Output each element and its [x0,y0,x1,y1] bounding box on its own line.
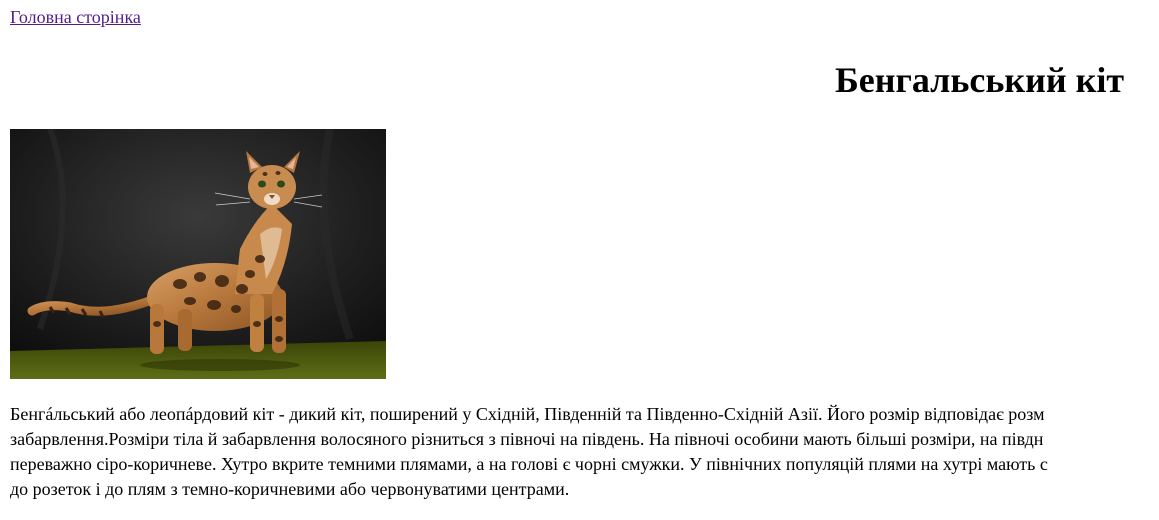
article-line: Бенгáльський або леопáрдовий кіт - дикий… [10,404,1045,424]
article-paragraph: Бенгáльський або леопáрдовий кіт - дикий… [10,402,1159,502]
article-line: забарвлення.Розміри тіла й забарвлення в… [10,429,1044,449]
article-line: до розеток і до плям з темно-коричневими… [10,479,570,499]
article-line: переважно сіро-коричневе. Хутро вкрите т… [10,454,1048,474]
bengal-cat-image [10,129,386,379]
home-page-link[interactable]: Головна сторінка [10,6,141,28]
page-title: Бенгальський кіт [834,60,1125,100]
page-title-row: Бенгальський кіт [0,58,1159,102]
page: Головна сторінка Бенгальський кіт Бенгáл… [0,0,1159,520]
